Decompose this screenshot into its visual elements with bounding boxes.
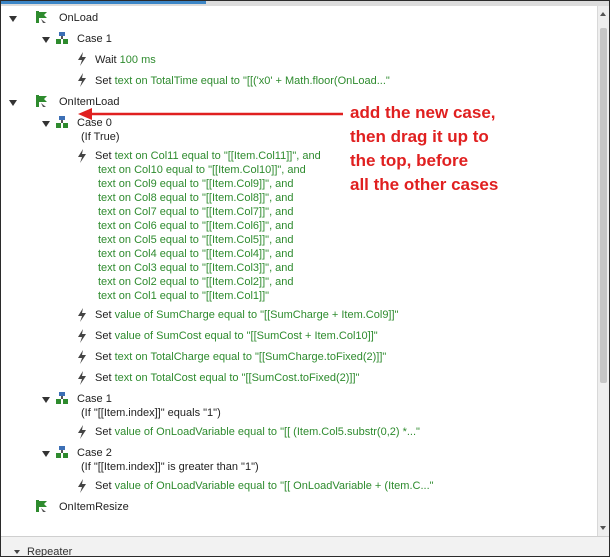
collapse-toggle-icon[interactable] [14,550,20,554]
case-icon [56,392,68,404]
case-icon [56,116,68,128]
action-continuation: text on Col7 equal to "[[Item.Col7]]", a… [98,206,294,218]
event-label: OnLoad [59,12,99,24]
annotation-text: add the new case, then drag it up to the… [350,101,560,197]
condition-text: (If "[[Item.index]]" equals "1") [81,407,221,419]
bottom-section: Repeater [1,536,609,556]
annotation-line: the top, before [350,151,469,170]
action-continuation: text on Col5 equal to "[[Item.Col5]]", a… [98,234,294,246]
action-continuation: text on Col10 equal to "[[Item.Col10]]",… [98,164,306,176]
action-set-sumcharge[interactable]: Set value of SumCharge equal to "[[SumCh… [95,308,398,323]
action-set-columns[interactable]: Set text on Col11 equal to "[[Item.Col11… [95,149,321,164]
action-set-totaltime[interactable]: Set text on TotalTime equal to "[[('x0' … [95,74,390,89]
action-prefix: Set [95,75,115,87]
collapse-toggle-icon[interactable] [42,121,50,127]
action-continuation: text on Col1 equal to "[[Item.Col1]]" [98,290,270,302]
scrollbar-thumb[interactable] [600,28,607,383]
action-continuation: text on Col4 equal to "[[Item.Col4]]", a… [98,248,294,260]
action-prefix: Set [95,330,115,342]
action-prefix: Set [95,309,115,321]
case-onload-1[interactable]: Case 1 [77,32,112,47]
case-onitemload-1[interactable]: Case 1 [77,392,112,407]
action-bolt-icon [78,308,86,322]
event-icon [36,500,47,512]
action-wait[interactable]: Wait 100 ms [95,53,156,68]
action-prefix: Set [95,426,115,438]
action-value: 100 ms [119,54,156,66]
vertical-scrollbar[interactable] [597,6,609,536]
action-set-totalcost[interactable]: Set text on TotalCost equal to "[[SumCos… [95,371,359,386]
panel-tab-strip [1,1,609,6]
action-bolt-icon [78,371,86,385]
annotation-line: add the new case, [350,103,496,122]
action-value: value of OnLoadVariable equal to "[[ OnL… [114,480,434,492]
collapse-toggle-icon[interactable] [9,100,17,106]
action-continuation: text on Col2 equal to "[[Item.Col2]]", a… [98,276,294,288]
scroll-down-arrow-icon[interactable] [600,526,606,530]
scroll-up-arrow-icon[interactable] [600,12,606,16]
case-condition: (If "[[Item.index]]" is greater than "1"… [81,460,259,475]
event-onitemload[interactable]: OnItemLoad [59,95,120,110]
collapse-toggle-icon[interactable] [42,397,50,403]
action-prefix: Set [95,480,115,492]
action-value: text on TotalTime equal to "[[('x0' + Ma… [114,75,390,87]
case-onitemload-2[interactable]: Case 2 [77,446,112,461]
action-value: value of OnLoadVariable equal to "[[ (It… [114,426,420,438]
action-bolt-icon [78,425,86,439]
case-icon [56,446,68,458]
collapse-toggle-icon[interactable] [9,16,17,22]
action-continuation: text on Col3 equal to "[[Item.Col3]]", a… [98,262,294,274]
action-set-sumcost[interactable]: Set value of SumCost equal to "[[SumCost… [95,329,378,344]
case-label: Case 0 [77,117,112,129]
section-label-repeater[interactable]: Repeater [27,546,72,556]
event-onload[interactable]: OnLoad [59,11,98,26]
interactions-panel: OnLoad Case 1 Wait 100 ms Set text on To… [0,0,610,557]
action-set-onloadvariable[interactable]: Set value of OnLoadVariable equal to "[[… [95,425,420,440]
annotation-line: then drag it up to [350,127,489,146]
collapse-toggle-icon[interactable] [42,451,50,457]
action-set-onloadvariable[interactable]: Set value of OnLoadVariable equal to "[[… [95,479,434,494]
action-value: value of SumCost equal to "[[SumCost + I… [114,330,378,342]
event-label: OnItemResize [59,501,129,513]
action-value: text on TotalCharge equal to "[[SumCharg… [114,351,387,363]
case-label: Case 1 [77,33,112,45]
event-onitemresize[interactable]: OnItemResize [59,500,129,515]
action-prefix: Wait [95,54,120,66]
case-condition: (If True) [81,130,120,145]
annotation-line: all the other cases [350,175,499,194]
collapse-toggle-icon[interactable] [42,37,50,43]
action-continuation: text on Col8 equal to "[[Item.Col8]]", a… [98,192,294,204]
case-onitemload-0[interactable]: Case 0 [77,116,112,131]
action-continuation: text on Col6 equal to "[[Item.Col6]]", a… [98,220,294,232]
active-tab-indicator [1,1,206,4]
action-bolt-icon [78,479,86,493]
action-prefix: Set [95,150,115,162]
action-continuation: text on Col9 equal to "[[Item.Col9]]", a… [98,178,294,190]
event-label: OnItemLoad [59,96,120,108]
case-label: Case 1 [77,393,112,405]
event-icon [36,11,47,23]
action-set-totalcharge[interactable]: Set text on TotalCharge equal to "[[SumC… [95,350,386,365]
action-bolt-icon [78,149,86,163]
action-bolt-icon [78,350,86,364]
case-icon [56,32,68,44]
action-value: text on Col11 equal to "[[Item.Col11]]",… [114,150,321,162]
action-prefix: Set [95,351,115,363]
action-bolt-icon [78,329,86,343]
action-bolt-icon [78,52,86,66]
event-icon [36,95,47,107]
action-prefix: Set [95,372,115,384]
case-condition: (If "[[Item.index]]" equals "1") [81,406,221,421]
condition-text: (If True) [81,131,120,143]
case-label: Case 2 [77,447,112,459]
action-value: text on TotalCost equal to "[[SumCost.to… [114,372,360,384]
action-value: value of SumCharge equal to "[[SumCharge… [114,309,399,321]
action-bolt-icon [78,73,86,87]
condition-text: (If "[[Item.index]]" is greater than "1"… [81,461,259,473]
